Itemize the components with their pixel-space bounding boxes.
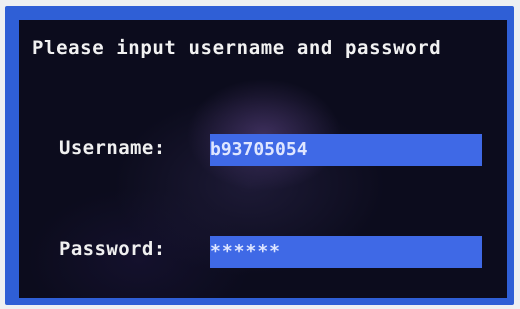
monitor-bezel: Please input username and password Usern… [5,6,514,305]
login-prompt: Please input username and password [32,37,442,59]
password-label: Password: [59,238,166,260]
password-field[interactable]: ****** [210,236,482,268]
photo-background: Please input username and password Usern… [0,0,520,309]
login-screen: Please input username and password Usern… [19,20,507,298]
username-field[interactable]: b93705054 [210,134,482,166]
username-label: Username: [59,137,166,159]
